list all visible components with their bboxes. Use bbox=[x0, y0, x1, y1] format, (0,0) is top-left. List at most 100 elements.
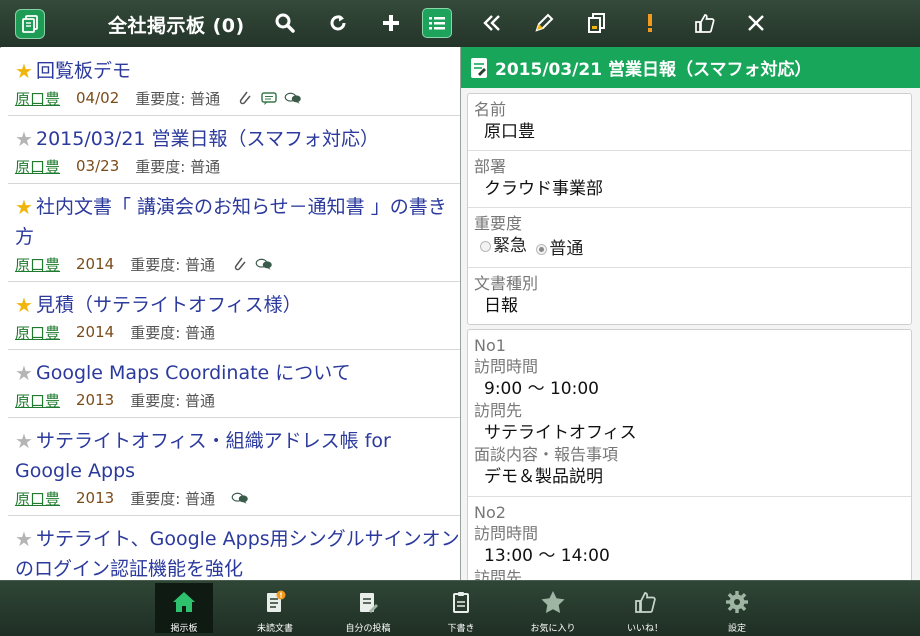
star-empty-icon[interactable]: ★ bbox=[15, 431, 36, 451]
tab-like[interactable]: いいね！ bbox=[616, 583, 674, 634]
edit-icon[interactable] bbox=[529, 8, 559, 38]
favorite-star-icon bbox=[540, 583, 566, 618]
star-filled-icon[interactable]: ★ bbox=[15, 295, 36, 315]
post-title[interactable]: ★ 社内文書「 講演会のお知らせ－通知書 」の書き方 bbox=[15, 192, 460, 252]
post-date: 2014 bbox=[76, 255, 115, 273]
post-meta: 原口豊 03/23 重要度: 普通 bbox=[15, 155, 460, 177]
post-title[interactable]: ★ サテライトオフィス・組織アドレス帳 for Google Apps bbox=[15, 426, 460, 486]
star-empty-icon[interactable]: ★ bbox=[15, 363, 36, 383]
star-filled-icon[interactable]: ★ bbox=[15, 61, 36, 81]
visit-time-value: 13:00 ～ 14:00 bbox=[484, 546, 610, 566]
discussion-icon bbox=[284, 90, 302, 106]
post-list: ★ 回覧板デモ 原口豊 04/02 重要度: 普通 ★ 2015/03/21 営業日報（スマ… bbox=[8, 48, 460, 580]
importance-radio-normal[interactable]: 普通 bbox=[536, 237, 583, 261]
tab-label: いいね！ bbox=[626, 624, 663, 634]
exclamation-icon[interactable] bbox=[635, 8, 665, 38]
importance-text: 重要度: 普通 bbox=[130, 255, 216, 274]
importance-radio-urgent[interactable]: 緊急 bbox=[480, 234, 527, 258]
department-field: 部署 クラウド事業部 bbox=[468, 151, 911, 208]
attachment-icon bbox=[236, 90, 254, 106]
star-empty-icon[interactable]: ★ bbox=[15, 129, 36, 149]
department-label: 部署 bbox=[474, 157, 507, 176]
tab-unread-doc[interactable]: 未読文書 bbox=[246, 583, 304, 634]
post-title[interactable]: ★ 見積（サテライトオフィス様） bbox=[15, 290, 460, 320]
like-icon[interactable] bbox=[689, 8, 719, 38]
doctype-value: 日報 bbox=[484, 296, 518, 316]
post-title[interactable]: ★ サテライト、Google Apps用シングルサインオンのログイン認証機能を強化 bbox=[15, 524, 460, 580]
list-menu-icon[interactable] bbox=[422, 8, 452, 38]
post-date: 2013 bbox=[76, 391, 115, 409]
list-item[interactable]: ★ サテライトオフィス・組織アドレス帳 for Google Apps 原口豊 201… bbox=[8, 418, 460, 516]
author-link[interactable]: 原口豊 bbox=[15, 488, 60, 509]
list-item[interactable]: ★ 回覧板デモ 原口豊 04/02 重要度: 普通 bbox=[8, 48, 460, 116]
list-item[interactable]: ★ 2015/03/21 営業日報（スマフォ対応） 原口豊 03/23 重要度: 普通 bbox=[8, 116, 460, 184]
discussion-icon bbox=[255, 256, 273, 272]
list-item[interactable]: ★ 見積（サテライトオフィス様） 原口豊 2014 重要度: 普通 bbox=[8, 282, 460, 350]
copy-icon[interactable] bbox=[582, 8, 612, 38]
list-header: 全社掲示板 (0) bbox=[0, 0, 461, 47]
doctype-field: 文書種別 日報 bbox=[468, 268, 911, 324]
tab-my-posts[interactable]: 自分の投稿 bbox=[339, 583, 397, 634]
post-title[interactable]: ★ 2015/03/21 営業日報（スマフォ対応） bbox=[15, 124, 460, 154]
author-link[interactable]: 原口豊 bbox=[15, 156, 60, 177]
tab-label: お気に入り bbox=[530, 624, 576, 634]
basic-info-card: 名前 原口豊 部署 クラウド事業部 重要度 緊急 普通 文書種別 日報 bbox=[467, 93, 912, 325]
plus-icon[interactable] bbox=[376, 8, 406, 38]
visit-group: No2 訪問時間 13:00 ～ 14:00 訪問先 bbox=[468, 497, 911, 580]
tab-label: 自分の投稿 bbox=[345, 624, 391, 634]
star-filled-icon[interactable]: ★ bbox=[15, 197, 36, 217]
author-link[interactable]: 原口豊 bbox=[15, 390, 60, 411]
detail-toolbar bbox=[461, 0, 920, 47]
radio-dot-icon bbox=[480, 240, 491, 252]
list-item[interactable]: ★ Google Maps Coordinate について 原口豊 2013 重要度: … bbox=[8, 350, 460, 418]
settings-gear-icon bbox=[724, 583, 750, 618]
my-posts-icon bbox=[355, 583, 381, 618]
close-icon[interactable] bbox=[741, 8, 771, 38]
tab-home[interactable]: 掲示板 bbox=[155, 583, 213, 634]
author-link[interactable]: 原口豊 bbox=[15, 254, 60, 275]
author-link[interactable]: 原口豊 bbox=[15, 322, 60, 343]
visit-group: No1 訪問時間 9:00 ～ 10:00 訪問先 サテライトオフィス 面談内容… bbox=[468, 330, 911, 497]
page-title: 全社掲示板 (0) bbox=[108, 15, 245, 37]
refresh-icon[interactable] bbox=[323, 8, 353, 38]
importance-text: 重要度: 普通 bbox=[130, 489, 216, 508]
post-meta: 原口豊 04/02 重要度: 普通 bbox=[15, 87, 460, 109]
tab-label: 未読文書 bbox=[256, 624, 293, 634]
importance-label: 重要度 bbox=[474, 214, 523, 233]
tab-favorite-star[interactable]: お気に入り bbox=[524, 583, 582, 634]
board-icon[interactable] bbox=[15, 9, 45, 39]
visit-time-label: 訪問時間 bbox=[474, 524, 539, 543]
radio-dot-selected-icon bbox=[536, 243, 548, 255]
comment-icon bbox=[260, 90, 278, 106]
post-date: 2014 bbox=[76, 323, 115, 341]
detail-title: 2015/03/21 営業日報（スマフォ対応） bbox=[495, 60, 812, 80]
home-icon bbox=[171, 583, 197, 618]
post-meta: 原口豊 2014 重要度: 普通 bbox=[15, 253, 460, 275]
post-date: 04/02 bbox=[76, 89, 120, 107]
visit-dest-label: 訪問先 bbox=[474, 401, 523, 420]
post-meta: 原口豊 2013 重要度: 普通 bbox=[15, 389, 460, 411]
tab-label: 下書き bbox=[447, 624, 475, 634]
list-scroll-gutter bbox=[0, 48, 8, 580]
name-value: 原口豊 bbox=[484, 122, 535, 142]
tab-label: 設定 bbox=[727, 624, 746, 634]
tab-draft[interactable]: 下書き bbox=[432, 583, 490, 634]
name-label: 名前 bbox=[474, 100, 507, 119]
visit-content-label: 面談内容・報告事項 bbox=[474, 445, 619, 464]
list-item[interactable]: ★ サテライト、Google Apps用シングルサインオンのログイン認証機能を強化 bbox=[8, 516, 460, 580]
search-icon[interactable] bbox=[270, 8, 300, 38]
visit-content-value: デモ＆製品説明 bbox=[484, 467, 603, 487]
post-title[interactable]: ★ Google Maps Coordinate について bbox=[15, 358, 460, 388]
department-value: クラウド事業部 bbox=[484, 179, 603, 199]
back-icon[interactable] bbox=[477, 8, 507, 38]
star-empty-icon[interactable]: ★ bbox=[15, 529, 36, 549]
author-link[interactable]: 原口豊 bbox=[15, 88, 60, 109]
importance-text: 重要度: 普通 bbox=[135, 89, 221, 108]
list-item[interactable]: ★ 社内文書「 講演会のお知らせ－通知書 」の書き方 原口豊 2014 重要度: 普通 bbox=[8, 184, 460, 282]
draft-icon bbox=[448, 583, 474, 618]
post-title[interactable]: ★ 回覧板デモ bbox=[15, 56, 460, 86]
tab-settings-gear[interactable]: 設定 bbox=[708, 583, 766, 634]
post-meta: 原口豊 2014 重要度: 普通 bbox=[15, 321, 460, 343]
bottom-tab-bar: 掲示板 未読文書 自分の投稿 下書き お気に入り いいね！ 設定 bbox=[0, 580, 920, 636]
detail-body: 名前 原口豊 部署 クラウド事業部 重要度 緊急 普通 文書種別 日報 No1 … bbox=[461, 88, 920, 580]
